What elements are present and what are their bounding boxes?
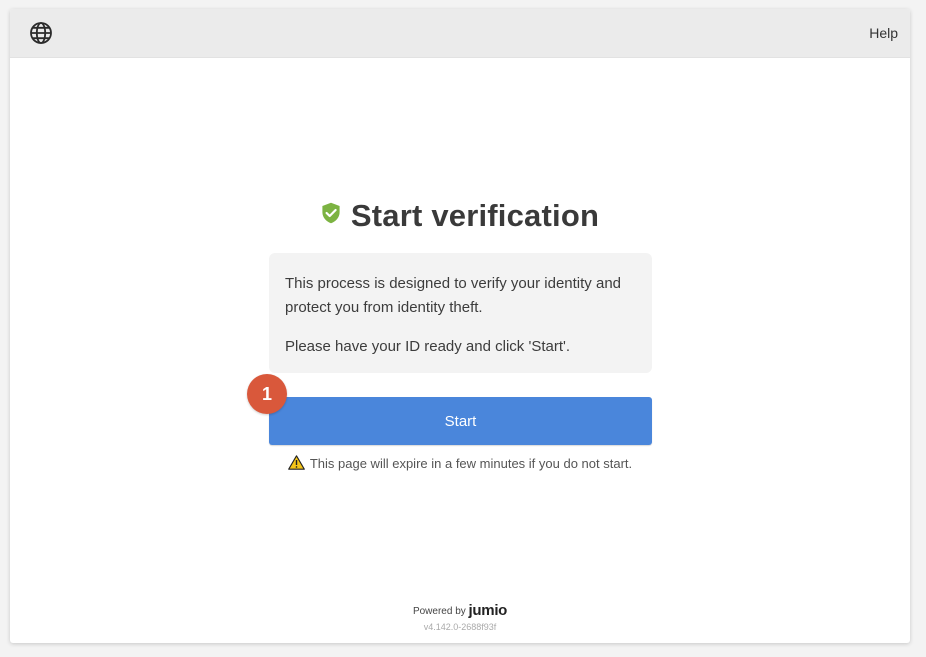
- top-bar: Help: [10, 9, 910, 58]
- warning-icon: [288, 455, 305, 470]
- expire-text: This page will expire in a few minutes i…: [309, 456, 633, 471]
- page-title: Start verification: [350, 198, 600, 233]
- info-text-id-ready: Please have your ID ready and click 'Sta…: [285, 338, 571, 355]
- verification-window: Help Start verification This process is …: [10, 9, 910, 643]
- version-label: v4.142.0-2688f93f: [423, 622, 497, 632]
- powered-by: Powered by jumio: [10, 602, 910, 619]
- info-box: This process is designed to verify your …: [269, 253, 652, 373]
- powered-by-label: Powered by: [412, 606, 466, 617]
- shield-check-icon: [321, 202, 341, 224]
- info-text-identity: This process is designed to verify your …: [285, 275, 621, 316]
- step-badge: 1: [247, 374, 287, 414]
- expire-notice: This page will expire in a few minutes i…: [10, 455, 910, 472]
- jumio-logo: jumio: [468, 602, 508, 619]
- help-link[interactable]: Help: [869, 25, 898, 41]
- globe-icon[interactable]: [29, 21, 53, 45]
- start-button[interactable]: Start: [269, 397, 652, 445]
- title-row: Start verification: [10, 198, 910, 234]
